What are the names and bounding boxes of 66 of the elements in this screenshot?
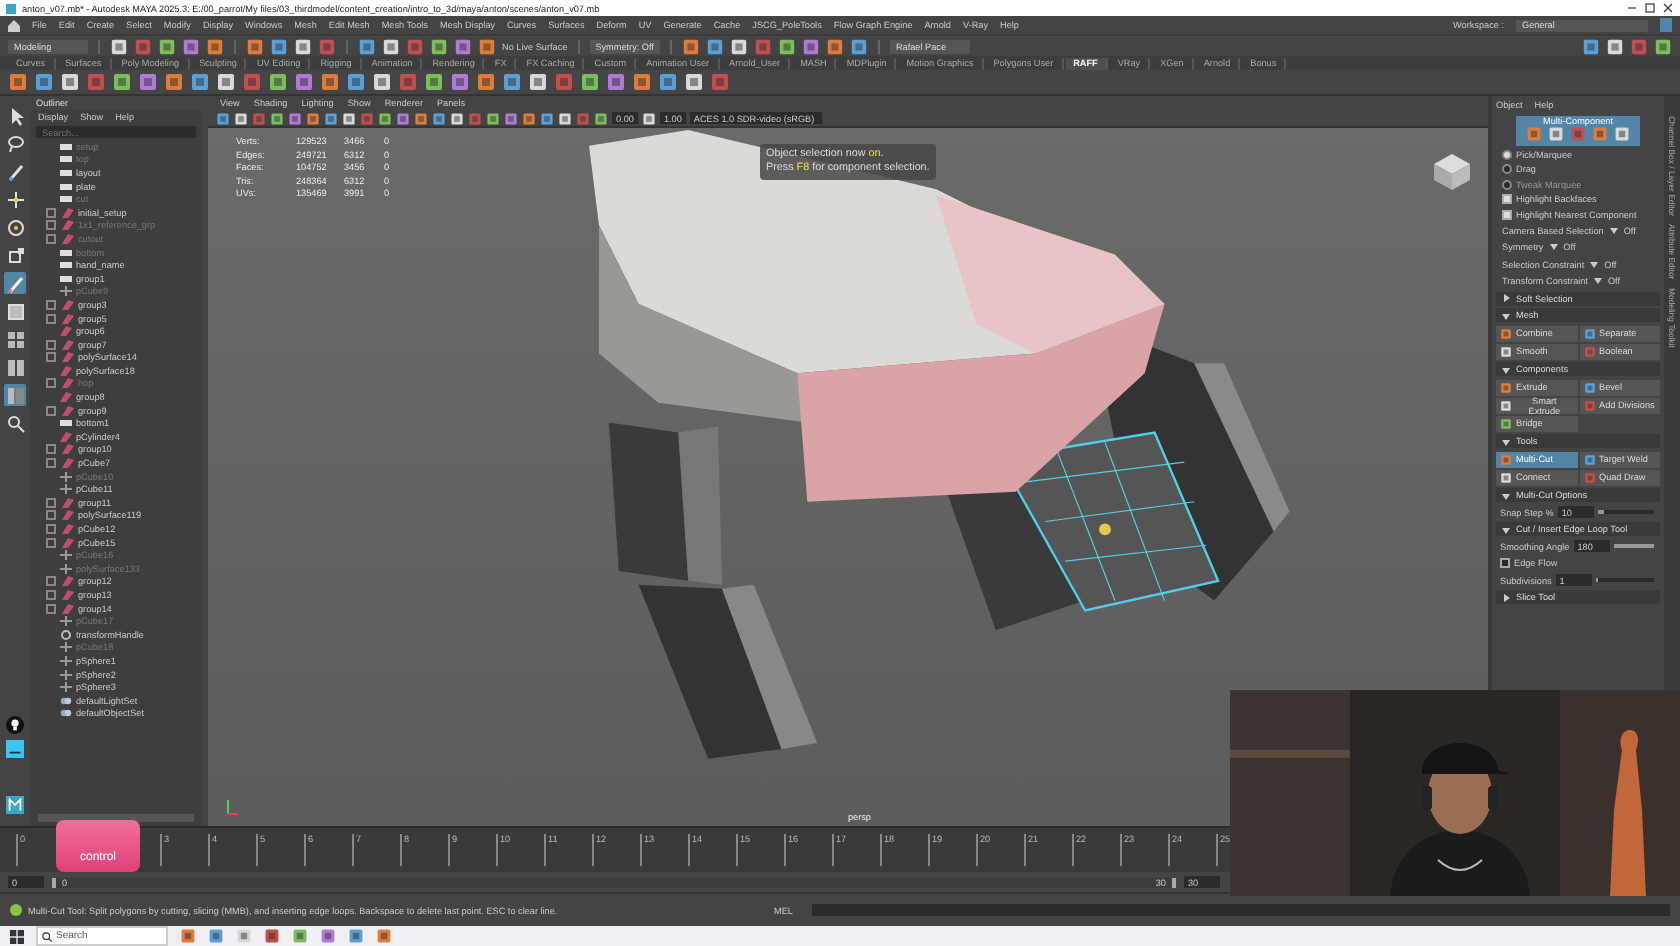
locator-icon xyxy=(60,286,72,297)
move-icon[interactable] xyxy=(4,188,26,210)
expand-toggle[interactable] xyxy=(46,405,56,416)
radio-button[interactable] xyxy=(1502,149,1512,159)
tool-icon[interactable] xyxy=(1500,471,1512,483)
expand-arrow-icon[interactable] xyxy=(1502,525,1510,533)
app-icon xyxy=(6,3,16,13)
expand-toggle[interactable] xyxy=(46,220,56,231)
expand-arrow-icon[interactable] xyxy=(1502,311,1510,319)
expand-toggle[interactable] xyxy=(46,313,56,324)
expand-arrow-icon[interactable] xyxy=(1502,437,1510,445)
expand-toggle[interactable] xyxy=(46,537,56,548)
expand-arrow-icon[interactable] xyxy=(1502,593,1510,601)
minimize-icon[interactable] xyxy=(1626,2,1638,14)
single-view-icon[interactable] xyxy=(4,300,26,322)
view-cube-icon[interactable] xyxy=(1432,152,1472,192)
radio-button[interactable] xyxy=(1502,164,1512,174)
four-view-icon[interactable] xyxy=(4,328,26,350)
expand-arrow-icon[interactable] xyxy=(1502,294,1510,302)
transform-icon xyxy=(60,418,72,429)
expand-toggle[interactable] xyxy=(46,524,56,535)
two-view-icon[interactable] xyxy=(4,356,26,378)
maximize-icon[interactable] xyxy=(1644,2,1656,14)
expand-toggle[interactable] xyxy=(46,378,56,389)
search-icon[interactable] xyxy=(4,412,26,434)
close-icon[interactable] xyxy=(1662,2,1674,14)
checkbox[interactable] xyxy=(1500,558,1510,568)
expand-arrow-icon[interactable] xyxy=(1502,491,1510,499)
brush-icon[interactable] xyxy=(4,272,26,294)
expand-toggle[interactable] xyxy=(46,458,56,469)
expand-toggle[interactable] xyxy=(46,510,56,521)
tool-icon[interactable] xyxy=(1500,345,1512,357)
paint-icon[interactable] xyxy=(4,160,26,182)
expand-toggle[interactable] xyxy=(46,589,56,600)
help-icon xyxy=(10,904,22,916)
windows-icon[interactable] xyxy=(10,929,24,943)
expand-toggle[interactable] xyxy=(46,339,56,350)
caret-icon[interactable] xyxy=(1590,261,1599,267)
checkbox[interactable] xyxy=(1502,194,1512,204)
rotate-icon[interactable] xyxy=(4,216,26,238)
checkbox[interactable] xyxy=(1502,209,1512,219)
expand-toggle[interactable] xyxy=(46,299,56,310)
caret-icon[interactable] xyxy=(1593,278,1602,284)
display-icon[interactable] xyxy=(6,740,24,758)
expand-toggle[interactable] xyxy=(46,444,56,455)
expand-toggle[interactable] xyxy=(46,352,56,363)
expand-toggle[interactable] xyxy=(46,603,56,614)
caret-icon[interactable] xyxy=(1549,244,1558,250)
expand-toggle[interactable] xyxy=(46,576,56,587)
expand-arrow-icon[interactable] xyxy=(1502,365,1510,373)
command-field[interactable] xyxy=(812,904,1670,916)
scale-icon[interactable] xyxy=(4,244,26,266)
expand-toggle[interactable] xyxy=(46,207,56,218)
tool-icon[interactable] xyxy=(1500,399,1512,411)
app-icon[interactable] xyxy=(6,796,24,814)
gear-icon xyxy=(60,629,72,640)
search-icon xyxy=(42,931,52,941)
axis-icon xyxy=(224,798,240,816)
caret-icon[interactable] xyxy=(1609,227,1618,233)
tool-icon[interactable] xyxy=(1500,417,1512,429)
gamma-icon[interactable] xyxy=(641,111,656,125)
lasso-icon[interactable] xyxy=(4,132,26,154)
expand-toggle[interactable] xyxy=(46,233,56,244)
light-bulb-icon[interactable] xyxy=(6,716,24,734)
locator-icon xyxy=(60,616,72,627)
expand-toggle[interactable] xyxy=(46,497,56,508)
